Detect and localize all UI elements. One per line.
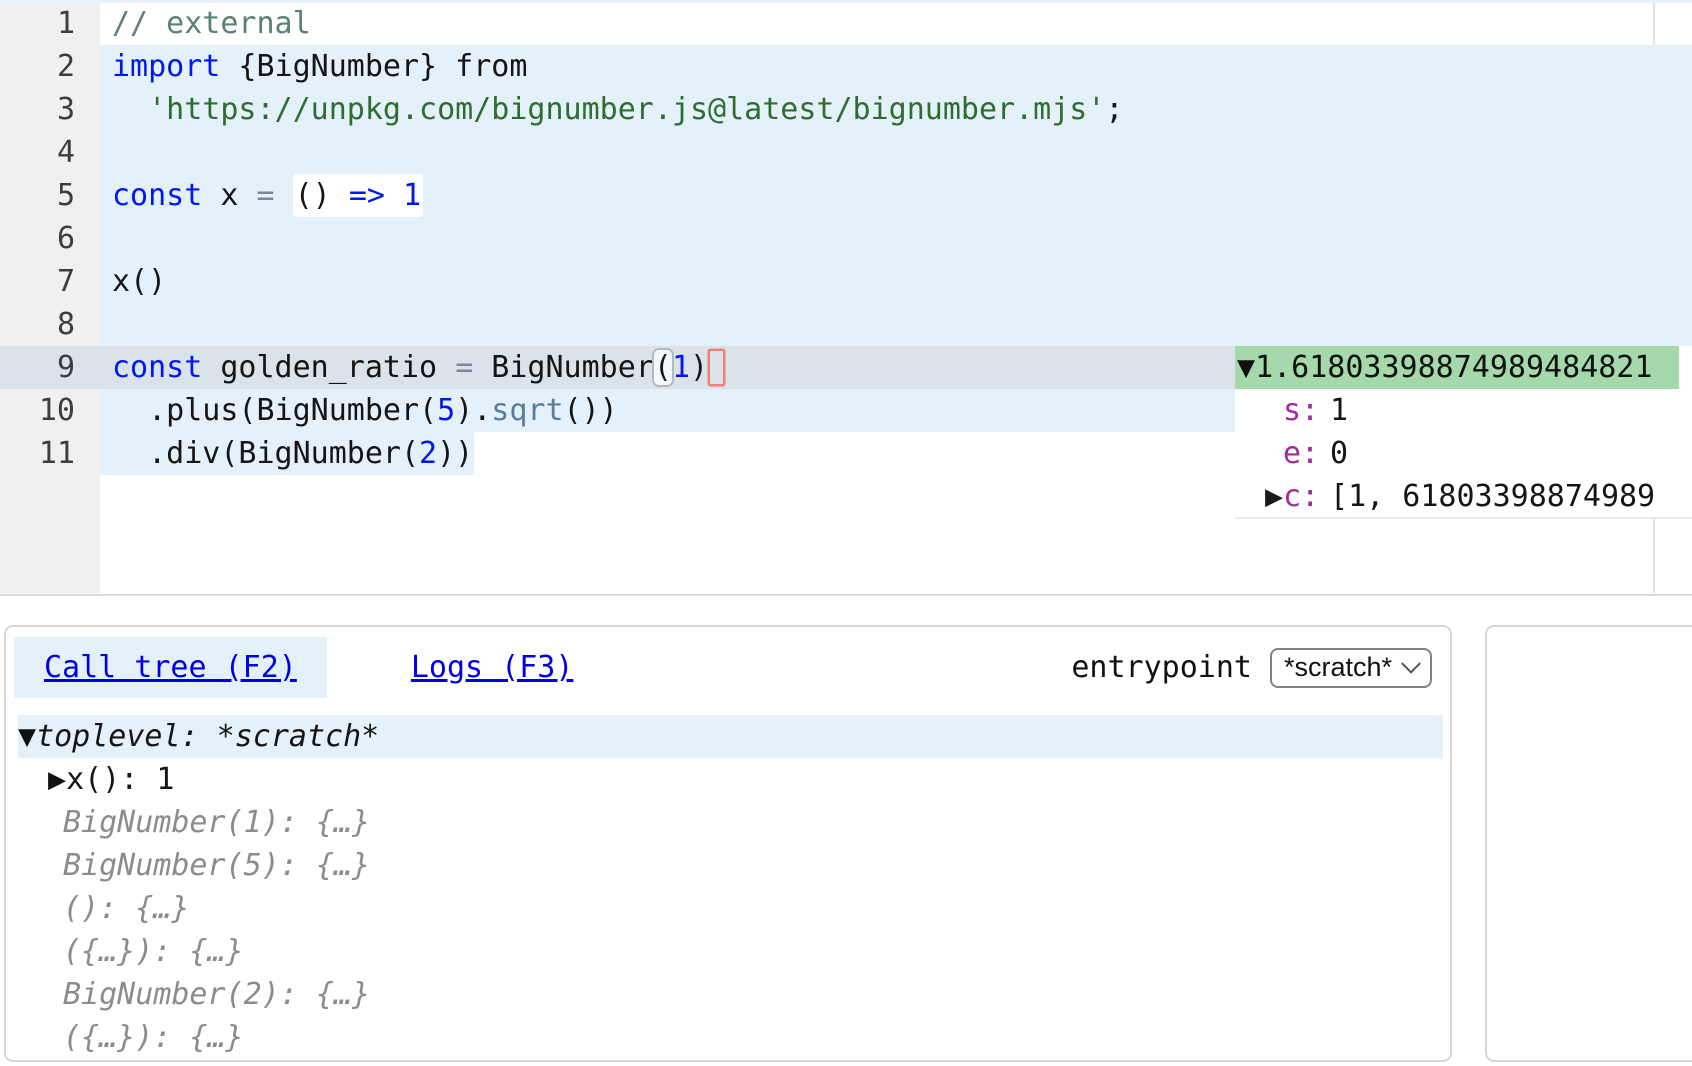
token-pl: golden_ratio xyxy=(202,350,455,385)
call-tree-row[interactable]: (): {…} xyxy=(6,887,1443,930)
code-line-7[interactable]: x() xyxy=(100,260,1692,303)
call-tree-row-label: ({…}): {…} xyxy=(63,1020,244,1055)
text-cursor[interactable] xyxy=(710,351,723,384)
token-pl xyxy=(275,178,293,213)
call-tree-row-label: BigNumber(1): {…} xyxy=(63,805,370,840)
property-value: 0 xyxy=(1330,436,1348,471)
token-num: 5 xyxy=(437,393,455,428)
token-pl: ; xyxy=(1105,92,1123,127)
property-value: [1, 61803398874989 xyxy=(1330,479,1655,514)
token-pl xyxy=(112,92,148,127)
line-number: 11 xyxy=(0,432,100,475)
property-name: c: xyxy=(1283,479,1319,514)
value-property-row[interactable]: s: 1 xyxy=(1235,389,1692,432)
tab-logs[interactable]: Logs (F3) xyxy=(411,650,574,685)
token-kw: => xyxy=(349,178,403,213)
token-pl: )) xyxy=(437,436,473,471)
call-tree-row-label: toplevel: *scratch* xyxy=(36,719,379,754)
line-number: 9 xyxy=(0,346,100,389)
token-kw: const xyxy=(112,178,202,213)
panel-tabs-row: Call tree (F2) Logs (F3) entrypoint *scr… xyxy=(6,627,1450,698)
token-num: 2 xyxy=(419,436,437,471)
token-pl: {BigNumber} from xyxy=(220,49,527,84)
property-value: 1 xyxy=(1330,393,1348,428)
tab-call-tree[interactable]: Call tree (F2) xyxy=(14,637,327,698)
collapse-arrow-icon[interactable]: ▼ xyxy=(1237,350,1255,385)
token-kw: const xyxy=(112,350,202,385)
token-pl: .div(BigNumber( xyxy=(112,436,419,471)
call-tree-row-label: (): {…} xyxy=(63,891,189,926)
token-pl: ()) xyxy=(564,393,618,428)
value-inspector-properties: s: 1 e: 0 ▶c: [1, 61803398874989 xyxy=(1235,389,1692,518)
token-pl: x() xyxy=(112,264,166,299)
expand-arrow-icon[interactable]: ▶ xyxy=(48,762,66,797)
token-str: 'https://unpkg.com/bignumber.js@latest/b… xyxy=(148,92,1105,127)
line-number-gutter: 1234567891011 xyxy=(0,2,100,475)
token-num: 1 xyxy=(403,178,421,213)
call-tree-row-label: BigNumber(5): {…} xyxy=(63,848,370,883)
token-pl: BigNumber xyxy=(473,350,654,385)
token-pl: ). xyxy=(455,393,491,428)
token-kw: import xyxy=(112,49,220,84)
collapse-arrow-icon[interactable]: ▼ xyxy=(18,719,36,754)
code-line-8[interactable] xyxy=(100,303,1692,346)
token-pl: x xyxy=(202,178,256,213)
line-number: 10 xyxy=(0,389,100,432)
token-pl: () xyxy=(295,178,349,213)
entrypoint-selected-value: *scratch* xyxy=(1284,652,1392,683)
call-tree-row[interactable]: ({…}): {…} xyxy=(6,1016,1443,1059)
line-number: 7 xyxy=(0,260,100,303)
call-tree: ▼toplevel: *scratch*▶x(): 1BigNumber(1):… xyxy=(6,715,1450,1059)
line-number: 4 xyxy=(0,131,100,174)
call-tree-row[interactable]: BigNumber(2): {…} xyxy=(6,973,1443,1016)
value-property-row[interactable]: e: 0 xyxy=(1235,432,1692,475)
call-tree-row-label: ({…}): {…} xyxy=(63,934,244,969)
call-tree-row[interactable]: ({…}): {…} xyxy=(6,930,1443,973)
property-name: s: xyxy=(1283,393,1319,428)
line-number: 3 xyxy=(0,88,100,131)
token-op: = xyxy=(257,178,275,213)
call-tree-panel: Call tree (F2) Logs (F3) entrypoint *scr… xyxy=(4,625,1452,1062)
code-line-2[interactable]: import {BigNumber} from xyxy=(100,45,1692,88)
inspected-value: 1.61803398874989484821 xyxy=(1255,350,1652,385)
editor-bottom-border xyxy=(0,594,1692,596)
value-property-row[interactable]: ▶c: [1, 61803398874989 xyxy=(1235,475,1692,518)
value-inspector-panel: ▼1.61803398874989484821 s: 1 e: 0 ▶c: [1, 618… xyxy=(1235,346,1692,519)
token-mth: sqrt xyxy=(491,393,563,428)
matched-bracket[interactable]: ( xyxy=(654,350,672,385)
call-tree-row[interactable]: ▼toplevel: *scratch* xyxy=(18,715,1443,758)
call-tree-tab-link[interactable]: Call tree (F2) xyxy=(44,650,297,685)
code-editor[interactable]: 1234567891011 // externalimport {BigNumb… xyxy=(0,0,1692,596)
line-number: 2 xyxy=(0,45,100,88)
line-number: 6 xyxy=(0,217,100,260)
line-number: 8 xyxy=(0,303,100,346)
entrypoint-select[interactable]: *scratch* xyxy=(1270,648,1432,688)
details-panel xyxy=(1485,625,1692,1062)
token-pl: ) xyxy=(690,350,708,385)
expand-arrow-icon[interactable]: ▶ xyxy=(1265,479,1283,514)
token-num: 1 xyxy=(672,350,690,385)
token-op: = xyxy=(455,350,473,385)
token-pl: ( xyxy=(654,350,672,385)
property-name: e: xyxy=(1283,436,1319,471)
code-line-1[interactable]: // external xyxy=(100,2,1692,45)
call-tree-row[interactable]: ▶x(): 1 xyxy=(6,758,1443,801)
token-pl: .plus(BigNumber( xyxy=(112,393,437,428)
line-number: 5 xyxy=(0,174,100,217)
call-tree-row[interactable]: BigNumber(5): {…} xyxy=(6,844,1443,887)
entrypoint-control: entrypoint *scratch* xyxy=(1071,648,1432,688)
line-number: 1 xyxy=(0,2,100,45)
call-tree-row-label: x(): 1 xyxy=(66,762,174,797)
call-tree-row[interactable]: BigNumber(1): {…} xyxy=(6,801,1443,844)
code-line-3[interactable]: 'https://unpkg.com/bignumber.js@latest/b… xyxy=(100,88,1692,131)
entrypoint-label: entrypoint xyxy=(1071,650,1252,685)
chevron-down-icon xyxy=(1401,653,1421,673)
selected-expression[interactable]: () => 1 xyxy=(293,174,423,217)
code-line-4[interactable] xyxy=(100,131,1692,174)
code-line-6[interactable] xyxy=(100,217,1692,260)
code-line-5[interactable]: const x = () => 1 xyxy=(100,174,1692,217)
call-tree-row-label: BigNumber(2): {…} xyxy=(63,977,370,1012)
value-inspector-header[interactable]: ▼1.61803398874989484821 xyxy=(1235,346,1679,389)
token-cm: // external xyxy=(112,6,311,41)
